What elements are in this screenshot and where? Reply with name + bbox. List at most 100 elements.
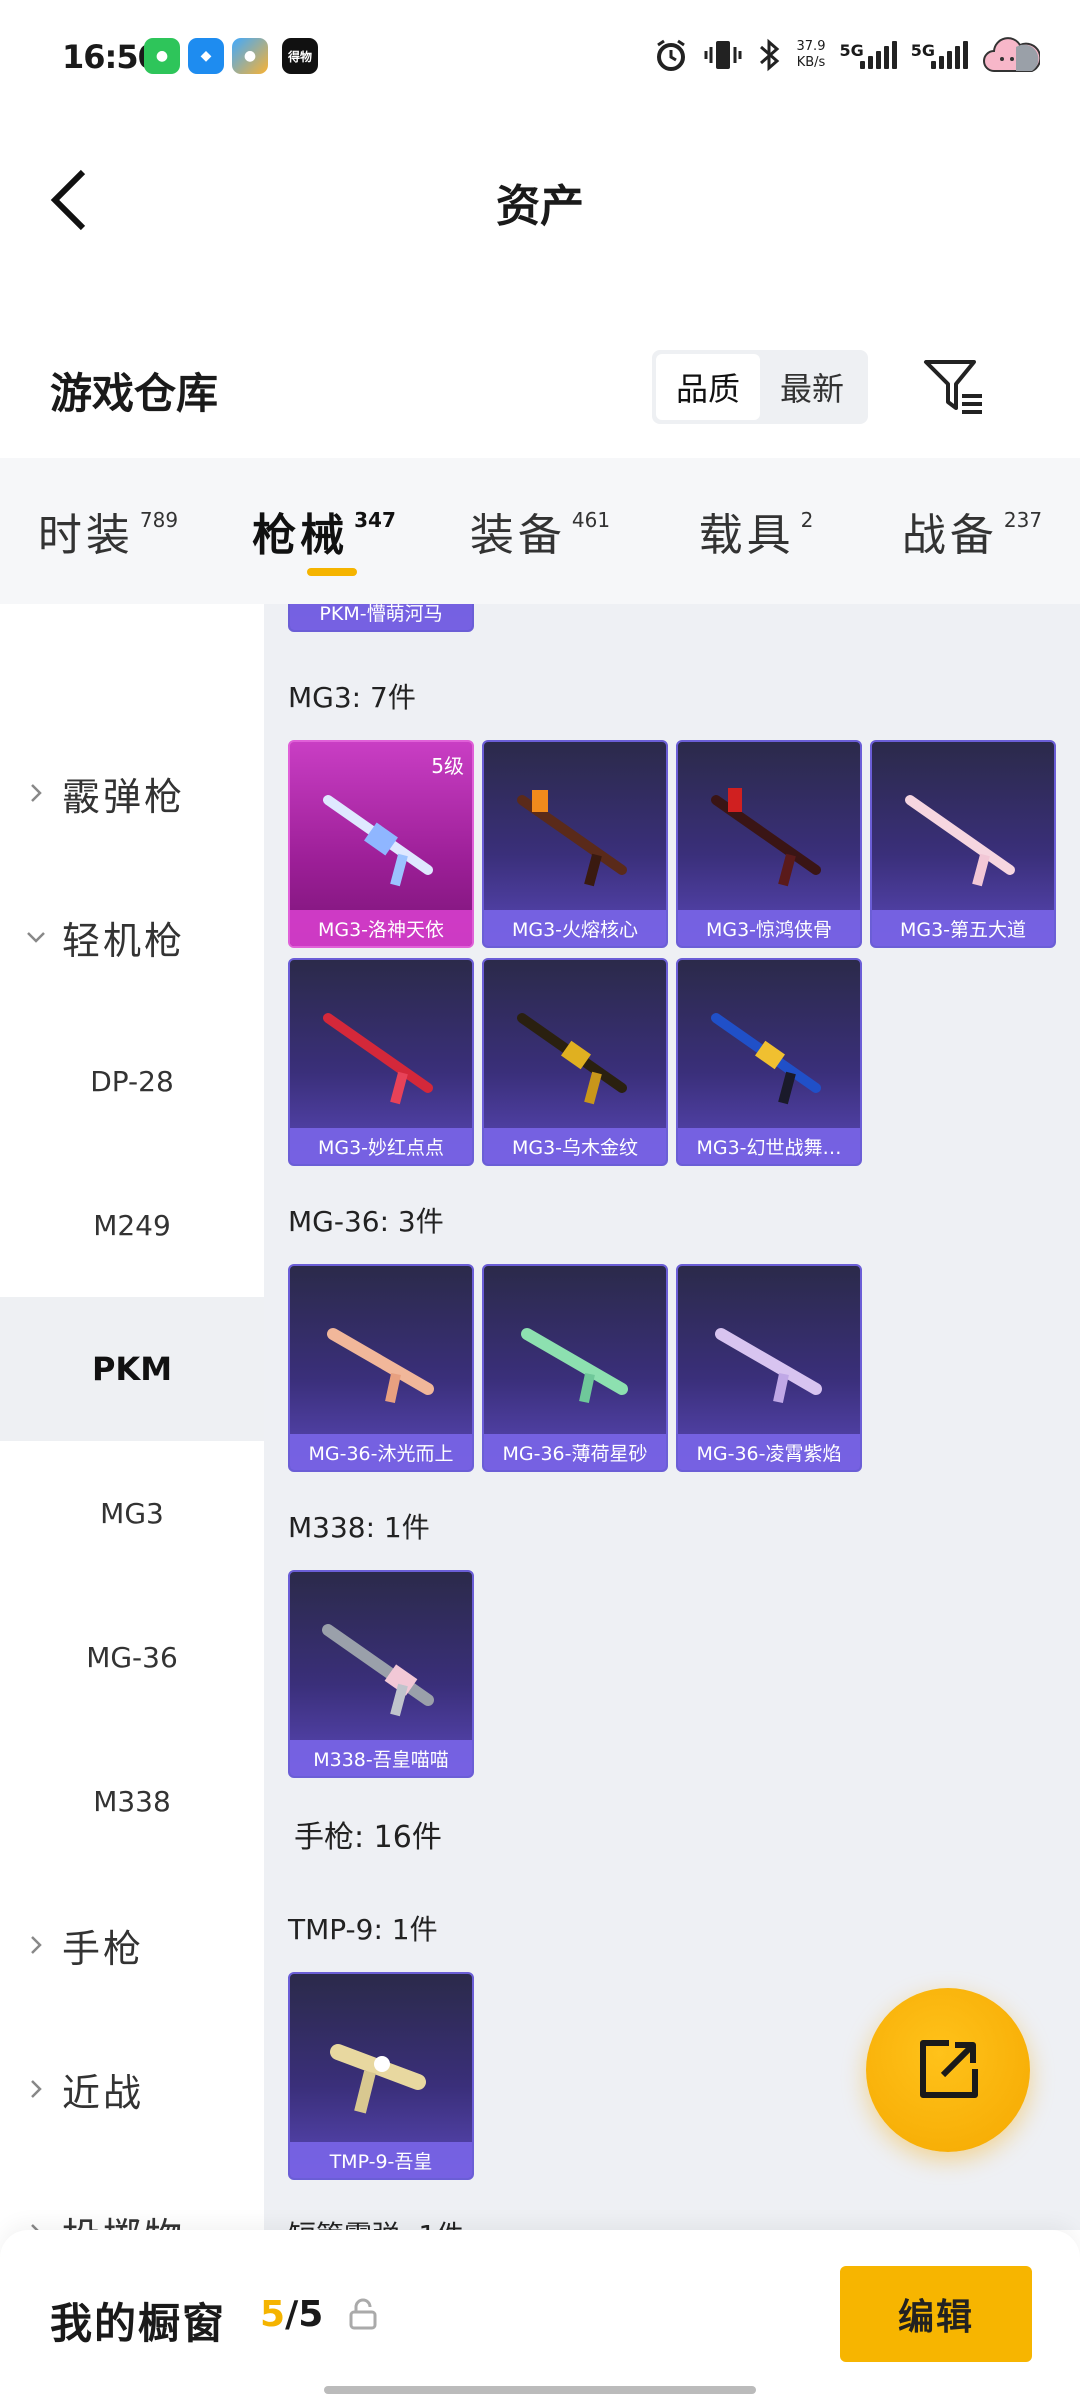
status-bar: 16:50 ● ◆ ● 得物 37.9 KB/s 5G 5G	[0, 0, 1080, 110]
weapon-card-name: PKM-懵萌河马	[290, 604, 472, 630]
weapon-card[interactable]: MG3-乌木金纹	[482, 958, 668, 1166]
tab-label: 装备	[469, 510, 566, 561]
bluetooth-icon	[759, 38, 779, 72]
tab-equipment[interactable]: 装备 461	[432, 458, 648, 604]
weapon-card[interactable]: MG3-幻世战舞…	[676, 958, 862, 1166]
sidebar-item-label: M338	[93, 1784, 171, 1818]
weapon-card-name: MG-36-凌霄紫焰	[678, 1434, 860, 1470]
vibrate-icon	[704, 41, 742, 69]
sidebar-item-label: 投掷物	[62, 2206, 185, 2231]
active-tab-indicator	[307, 568, 357, 576]
showcase-total: /5	[285, 2294, 324, 2335]
sidebar-item-label: DP-28	[90, 1064, 174, 1098]
weapon-card[interactable]: MG3-火熔核心	[482, 740, 668, 948]
section-title: 游戏仓库	[50, 369, 219, 418]
showcase-current: 5	[260, 2294, 286, 2335]
sidebar-item-m249[interactable]: M249	[0, 1153, 264, 1297]
tab-firearms[interactable]: 枪械 347	[216, 458, 432, 604]
dewu-icon: 得物	[282, 38, 318, 74]
sidebar-item-label: 手枪	[62, 1926, 145, 1971]
showcase-count: 5/5	[260, 2294, 323, 2335]
sort-toggle: 品质 最新	[652, 350, 868, 424]
weapon-card-name: MG3-乌木金纹	[484, 1128, 666, 1164]
tab-label: 战备	[901, 510, 998, 561]
tab-fashion[interactable]: 时装 789	[0, 458, 216, 604]
sidebar-item-mg3[interactable]: MG3	[0, 1441, 264, 1585]
sidebar-item-melee[interactable]: 近战	[0, 2017, 264, 2161]
weapon-card[interactable]: TMP-9-吾皇	[288, 1972, 474, 2180]
wechat-icon: ●	[144, 38, 180, 74]
tab-count: 237	[1003, 508, 1043, 532]
sidebar-item-label: 轻机枪	[62, 918, 186, 963]
sidebar-item-shotgun[interactable]: 霰弹枪	[0, 721, 264, 865]
filter-button[interactable]	[922, 356, 986, 416]
rifle-weapon-icon	[327, 1328, 434, 1404]
weapon-card-name: MG3-火熔核心	[484, 910, 666, 946]
tab-label: 载具	[698, 510, 795, 561]
chevron-right-icon	[31, 2080, 42, 2098]
tab-count: 789	[139, 508, 179, 532]
weapon-card-name: MG3-妙红点点	[290, 1128, 472, 1164]
lmg-weapon-icon	[711, 788, 821, 887]
sidebar-item-pkm[interactable]: PKM	[0, 1297, 264, 1441]
status-indicators: 37.9 KB/s 5G 5G	[653, 30, 1040, 80]
cloud-avatar-icon	[983, 37, 1040, 72]
group-title-tmp9: TMP-9: 1件	[288, 1913, 438, 1946]
weapon-card[interactable]: MG3-第五大道	[870, 740, 1056, 948]
chevron-right-icon	[31, 784, 42, 802]
tab-supplies[interactable]: 战备 237	[864, 458, 1080, 604]
weapon-card[interactable]: MG3-惊鸿侠骨	[676, 740, 862, 948]
weapon-card[interactable]: MG-36-沐光而上	[288, 1264, 474, 1472]
net-speed-value: 37.9	[796, 39, 826, 54]
signal-2: 5G	[911, 41, 968, 69]
sidebar-item-mg36[interactable]: MG-36	[0, 1585, 264, 1729]
edit-button[interactable]: 编辑	[840, 2266, 1032, 2362]
page-title: 资产	[496, 181, 584, 232]
share-fab-button[interactable]	[866, 1988, 1030, 2152]
showcase-label: 我的橱窗	[50, 2299, 227, 2348]
sort-quality-option[interactable]: 品质	[656, 354, 760, 420]
signal-1: 5G	[839, 41, 897, 69]
filter-icon	[924, 360, 982, 414]
tab-count: 347	[354, 508, 396, 532]
weapon-card-name: TMP-9-吾皇	[290, 2142, 472, 2178]
group-title-pistol: 手枪: 16件	[294, 1820, 442, 1855]
weapon-card[interactable]: PKM-懵萌河马	[288, 604, 474, 632]
weapon-grid-content: PKM-懵萌河马 MG3: 7件 5级 MG3-洛神天依 MG3-火熔核心 MG…	[264, 604, 1080, 2230]
weapon-type-sidebar: 霰弹枪 轻机枪 DP-28 M249 PKM MG3 MG-36 M338 手枪…	[0, 604, 264, 2230]
sidebar-item-label: 近战	[62, 2070, 145, 2115]
sidebar-item-dp28[interactable]: DP-28	[0, 1009, 264, 1153]
weapon-card[interactable]: MG-36-薄荷星砂	[482, 1264, 668, 1472]
weapon-card-name: MG3-幻世战舞…	[678, 1128, 860, 1164]
weapon-card-name: MG-36-薄荷星砂	[484, 1434, 666, 1470]
sort-newest-option[interactable]: 最新	[760, 354, 864, 420]
sidebar-item-m338[interactable]: M338	[0, 1729, 264, 1873]
group-title-mg3: MG3: 7件	[288, 681, 416, 714]
lock-icon	[349, 2298, 377, 2330]
group-title-mg36: MG-36: 3件	[288, 1205, 444, 1238]
group-title-m338: M338: 1件	[288, 1511, 430, 1544]
share-icon	[920, 2040, 978, 2098]
smg-weapon-icon	[330, 2044, 426, 2114]
weapon-card[interactable]: MG3-妙红点点	[288, 958, 474, 1166]
app-gradient-icon: ●	[232, 38, 268, 74]
weapon-card[interactable]: M338-吾皇喵喵	[288, 1570, 474, 1778]
tab-count: 2	[800, 508, 814, 532]
home-indicator	[324, 2386, 756, 2394]
tab-vehicles[interactable]: 载具 2	[648, 458, 864, 604]
sidebar-item-pistol[interactable]: 手枪	[0, 1873, 264, 2017]
weapon-card-name: MG3-洛神天依	[290, 910, 472, 946]
chevron-right-icon	[31, 1936, 42, 1954]
lmg-weapon-icon	[322, 1624, 434, 1717]
sidebar-item-label: 霰弹枪	[62, 774, 186, 819]
weapon-card[interactable]: MG-36-凌霄紫焰	[676, 1264, 862, 1472]
sidebar-item-throwable[interactable]: 投掷物	[0, 2161, 264, 2230]
weapon-card[interactable]: 5级 MG3-洛神天依	[288, 740, 474, 948]
sidebar-item-label: MG3	[100, 1496, 164, 1530]
tab-label: 时装	[37, 510, 134, 561]
rifle-weapon-icon	[521, 1328, 628, 1404]
sidebar-item-lmg[interactable]: 轻机枪	[0, 865, 264, 1009]
lmg-weapon-icon	[711, 1013, 821, 1105]
weapon-card-name: MG3-惊鸿侠骨	[678, 910, 860, 946]
sidebar-item-label: PKM	[91, 1350, 173, 1388]
